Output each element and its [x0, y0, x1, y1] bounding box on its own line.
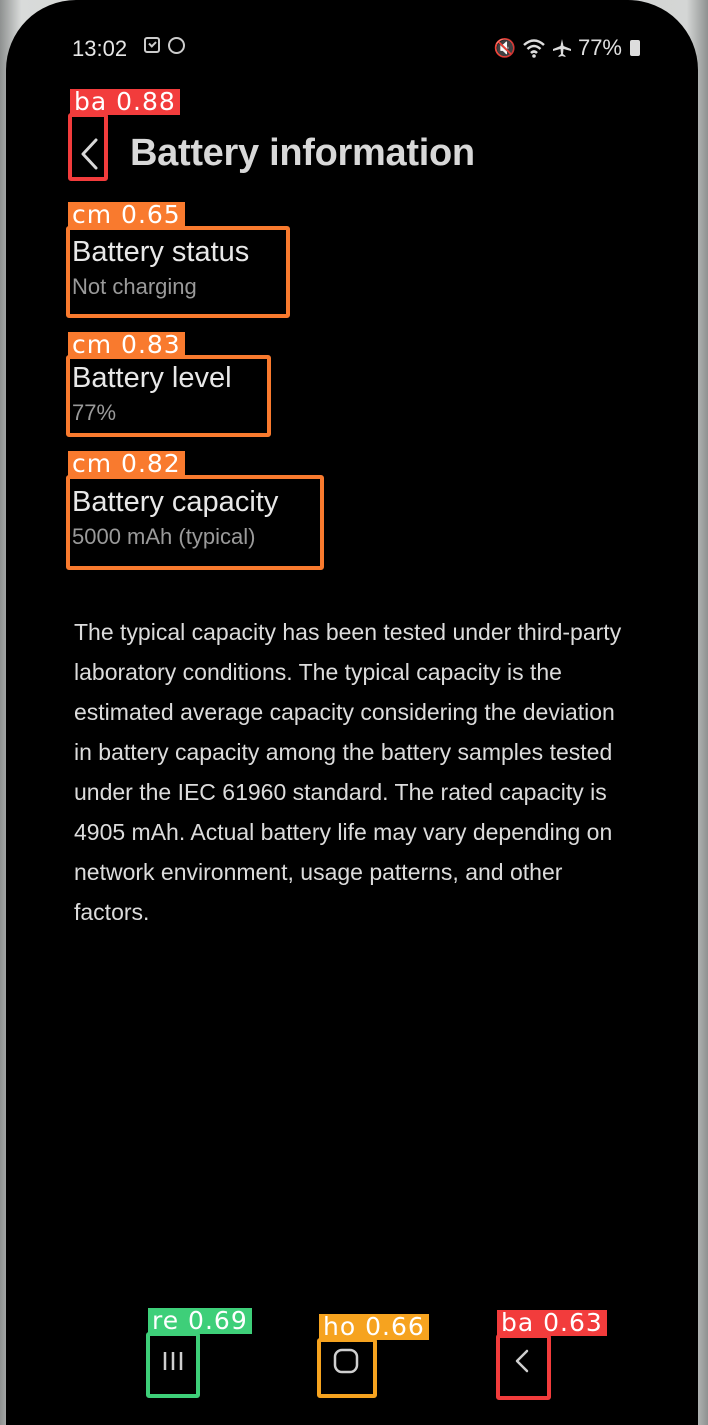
detection-label: ba 0.88 [70, 89, 180, 115]
detection-box [317, 1338, 377, 1398]
notification-icons [144, 37, 185, 54]
detection-box [496, 1334, 551, 1400]
detection-label: cm 0.82 [68, 451, 185, 477]
detection-box [68, 113, 108, 181]
mute-icon: 🔇 [493, 37, 516, 59]
detection-label: re 0.69 [148, 1308, 252, 1334]
checkbox-notification-icon [144, 37, 160, 53]
detection-label: ba 0.63 [497, 1310, 607, 1336]
status-bar: 13:02 🔇 77% [6, 30, 698, 64]
capacity-description: The typical capacity has been tested und… [74, 619, 622, 925]
detection-label: ho 0.66 [319, 1314, 429, 1340]
status-time: 13:02 [72, 36, 128, 61]
battery-percent: 77% [577, 35, 622, 60]
detection-label: cm 0.65 [68, 202, 185, 228]
circle-notification-icon [168, 37, 185, 54]
header: Battery information [6, 118, 698, 188]
page-title: Battery information [130, 132, 475, 174]
airplane-mode-icon [552, 39, 571, 57]
detection-box [146, 1332, 200, 1398]
detection-box [66, 226, 290, 318]
detection-box [66, 475, 324, 570]
battery-icon [630, 40, 640, 56]
wifi-icon [523, 39, 545, 58]
status-right-icons: 🔇 77% [494, 35, 640, 61]
detection-box [66, 355, 271, 437]
